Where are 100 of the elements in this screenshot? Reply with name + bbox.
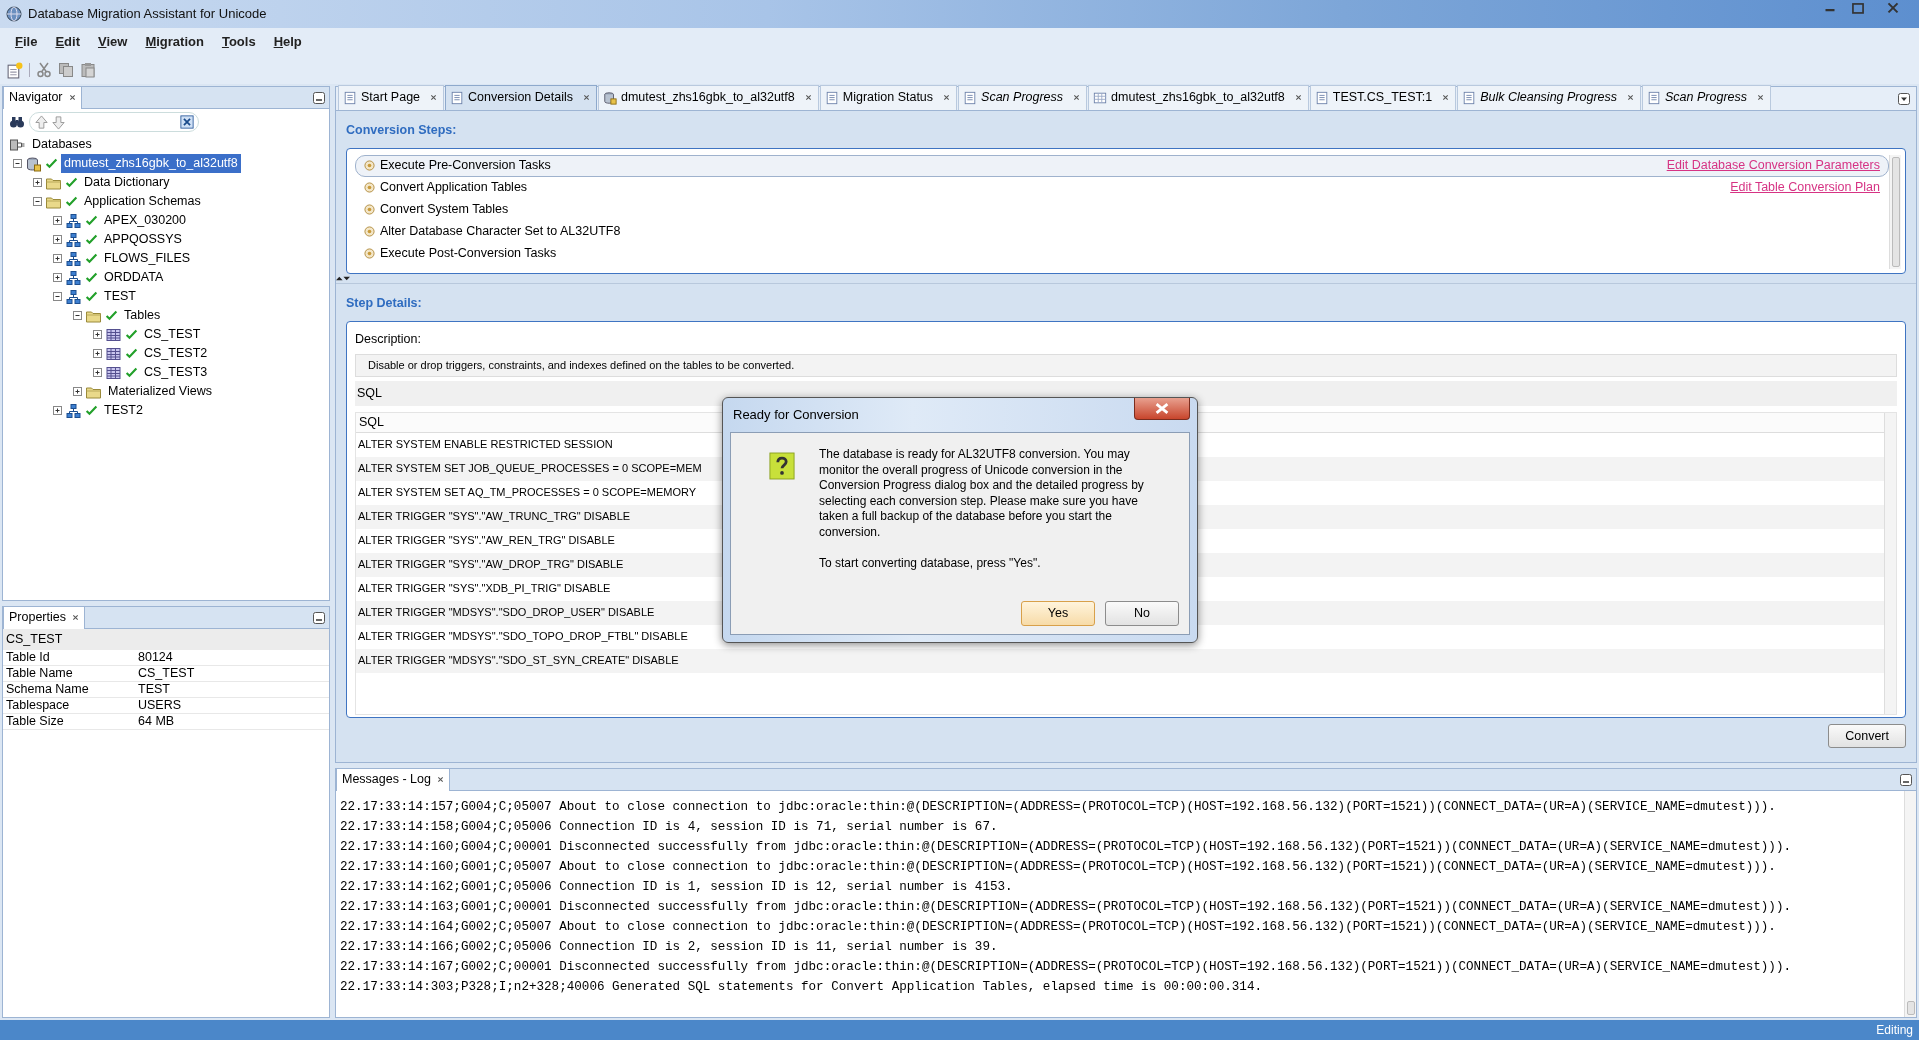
panel-tab[interactable]: Properties xyxy=(3,606,85,629)
step-item[interactable]: Convert Application Tables Edit Table Conversion Plan xyxy=(355,176,1889,199)
property-value: 80124 xyxy=(138,648,173,666)
search-field[interactable] xyxy=(29,112,199,132)
convert-button[interactable]: Convert xyxy=(1828,723,1906,749)
scrollbar[interactable] xyxy=(1889,154,1901,269)
minimize-icon[interactable] xyxy=(1900,773,1912,786)
expand-icon[interactable] xyxy=(53,216,62,225)
link[interactable]: Edit Table Conversion Plan xyxy=(1730,178,1880,198)
scissors-icon[interactable] xyxy=(36,62,52,78)
schema-icon xyxy=(65,212,82,229)
table-cell-text: ALTER SYSTEM SET JOB_QUEUE_PROCESSES = 0 SCOPE=MEM xyxy=(358,461,702,477)
dialog-message: To start converting database, press "Yes". xyxy=(819,555,1042,572)
tree-item[interactable]: ORDDATA xyxy=(101,268,167,287)
close-icon[interactable] xyxy=(1294,94,1302,102)
collapse-icon[interactable] xyxy=(33,197,42,206)
editor-tab[interactable]: dmutest_zhs16gbk_to_al32utf8 xyxy=(1088,85,1309,110)
step-item[interactable]: Execute Pre-Conversion Tasks Edit Database Conversion Parameters xyxy=(355,154,1889,177)
menu-item[interactable]: Help xyxy=(266,30,309,54)
close-icon[interactable] xyxy=(583,94,590,102)
expand-icon[interactable] xyxy=(53,254,62,263)
tree-item[interactable]: Data Dictionary xyxy=(81,173,173,192)
tree-item[interactable]: APPQOSSYS xyxy=(101,230,185,249)
close-icon[interactable] xyxy=(72,614,79,622)
editor-tab[interactable]: Scan Progress xyxy=(1642,85,1771,110)
question-icon xyxy=(769,451,795,481)
expand-icon[interactable] xyxy=(93,368,102,377)
close-button[interactable] xyxy=(1134,398,1190,420)
step-item[interactable]: Alter Database Character Set to AL32UTF8 xyxy=(355,220,1889,243)
table-cell-text: ALTER TRIGGER "SYS"."AW_TRUNC_TRG" DISABLE xyxy=(358,509,631,525)
close-icon[interactable] xyxy=(943,94,951,102)
expand-icon[interactable] xyxy=(93,349,102,358)
editor-tab[interactable]: Scan Progress xyxy=(958,85,1088,110)
menu-item[interactable]: Migration xyxy=(138,30,211,54)
close-icon[interactable] xyxy=(1442,94,1450,102)
expand-icon[interactable] xyxy=(93,330,102,339)
tree-item[interactable]: Databases xyxy=(29,135,95,154)
up-arrow-icon[interactable] xyxy=(34,114,49,130)
log-line: 22.17:33:14:158;G004;C;05006 Connection ID is 4, session ID is 71, serial number is 67. xyxy=(340,819,999,836)
editor-tab[interactable]: Migration Status xyxy=(819,85,958,110)
collapse-icon[interactable] xyxy=(73,311,82,320)
pending-icon xyxy=(364,160,375,172)
splitter-arrows-icon[interactable] xyxy=(336,275,350,281)
close-icon[interactable] xyxy=(436,776,444,784)
copy-icon[interactable] xyxy=(58,62,74,78)
tree-item[interactable]: dmutest_zhs16gbk_to_al32utf8 xyxy=(61,154,241,173)
menu-item[interactable]: File xyxy=(8,30,45,54)
close-icon[interactable] xyxy=(1627,94,1635,102)
tree-item[interactable]: Materialized Views xyxy=(105,382,215,401)
tree-item[interactable]: APEX_030200 xyxy=(101,211,189,230)
tree-item[interactable]: TEST xyxy=(101,287,139,306)
panel-tab[interactable]: Navigator xyxy=(3,86,82,109)
expand-icon[interactable] xyxy=(53,273,62,282)
editor-tab[interactable]: Start Page xyxy=(338,85,445,110)
clear-icon[interactable] xyxy=(180,115,194,129)
menu-item[interactable]: Tools xyxy=(214,30,263,54)
tree-item[interactable]: TEST2 xyxy=(101,401,146,420)
close-icon[interactable] xyxy=(430,94,438,102)
close-icon[interactable] xyxy=(1757,94,1764,102)
clipboard-icon[interactable] xyxy=(80,62,96,78)
binoculars-icon[interactable] xyxy=(9,114,25,130)
dialog-button[interactable]: Yes xyxy=(1021,601,1095,626)
minimize-icon[interactable] xyxy=(313,91,325,104)
table-cell-text: ALTER TRIGGER "SYS"."AW_REN_TRG" DISABLE xyxy=(358,533,615,549)
menu-item[interactable]: View xyxy=(91,30,135,54)
editor-tab[interactable]: TEST.CS_TEST:1 xyxy=(1309,85,1457,110)
dialog-button[interactable]: No xyxy=(1105,601,1179,626)
collapse-icon[interactable] xyxy=(13,159,22,168)
editor-tab[interactable]: Bulk Cleansing Progress xyxy=(1457,85,1642,110)
tree-item[interactable]: CS_TEST3 xyxy=(141,363,211,382)
expand-icon[interactable] xyxy=(53,406,62,415)
link[interactable]: Edit Database Conversion Parameters xyxy=(1666,156,1880,176)
close-icon[interactable] xyxy=(804,94,812,102)
tree-item[interactable]: FLOWS_FILES xyxy=(101,249,194,268)
database-connection-icon xyxy=(9,136,26,153)
expand-icon[interactable] xyxy=(73,387,82,396)
editor-tab[interactable]: Conversion Details xyxy=(445,85,597,110)
close-icon[interactable] xyxy=(1073,94,1081,102)
down-arrow-icon[interactable] xyxy=(51,114,66,130)
tree-item[interactable]: CS_TEST xyxy=(141,325,204,344)
document-icon xyxy=(1314,90,1329,105)
property-name: Tablespace xyxy=(5,696,71,714)
scrollbar[interactable] xyxy=(1904,791,1916,1017)
tree-item[interactable]: Tables xyxy=(121,306,164,325)
panel-tab[interactable]: Messages - Log xyxy=(336,768,450,791)
tree-item[interactable]: CS_TEST2 xyxy=(141,344,211,363)
collapse-icon[interactable] xyxy=(53,292,62,301)
minimize-icon[interactable] xyxy=(313,611,325,624)
expand-icon[interactable] xyxy=(33,178,42,187)
editor-tab[interactable]: dmutest_zhs16gbk_to_al32utf8 xyxy=(598,85,819,110)
step-item[interactable]: Convert System Tables xyxy=(355,198,1889,221)
close-icon[interactable] xyxy=(68,94,76,102)
menu-item[interactable]: Edit xyxy=(48,30,87,54)
step-item[interactable]: Execute Post-Conversion Tasks xyxy=(355,242,1889,265)
scrollbar[interactable] xyxy=(1884,412,1896,714)
schema-icon xyxy=(65,250,82,267)
expand-icon[interactable] xyxy=(53,235,62,244)
tree-item[interactable]: Application Schemas xyxy=(81,192,204,211)
new-file-icon[interactable] xyxy=(6,61,23,79)
dropdown-icon[interactable] xyxy=(1898,92,1910,105)
